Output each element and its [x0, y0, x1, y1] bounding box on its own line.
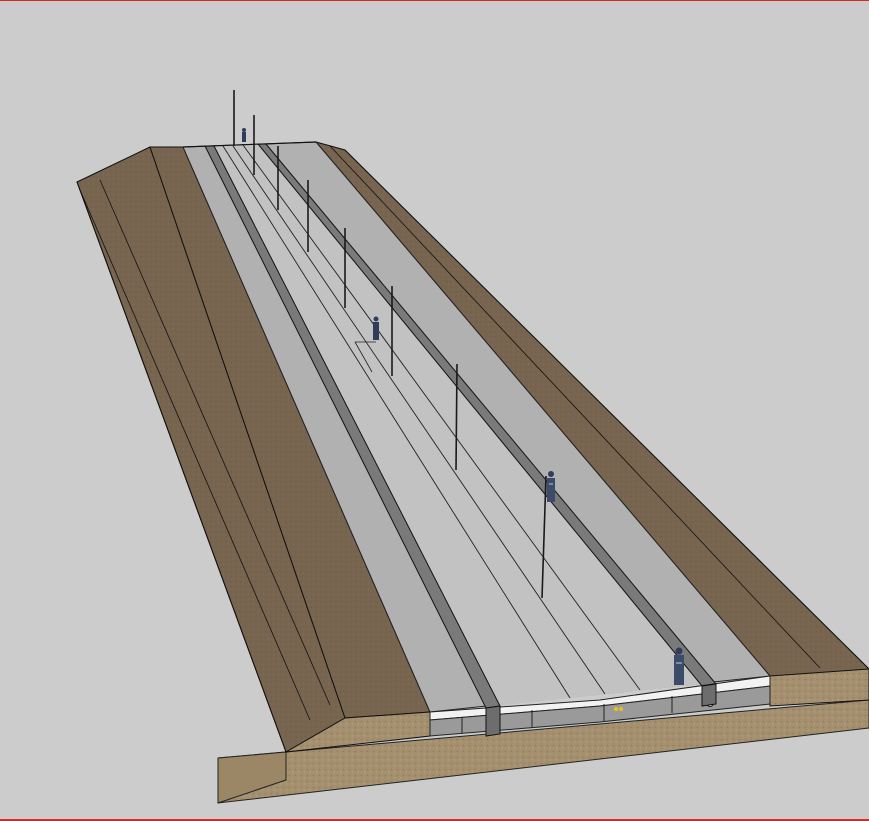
- model-scene[interactable]: [0, 0, 869, 821]
- center-marker-2: [619, 707, 623, 711]
- center-marker-1: [614, 707, 618, 711]
- light-pole: [455, 363, 458, 471]
- person-figure: [373, 316, 379, 340]
- right-curb-face: [701, 683, 717, 707]
- person-figure: [242, 128, 246, 142]
- right-embankment-front: [769, 668, 869, 707]
- left-curb-face: [485, 705, 501, 737]
- 3d-viewport[interactable]: [0, 0, 869, 821]
